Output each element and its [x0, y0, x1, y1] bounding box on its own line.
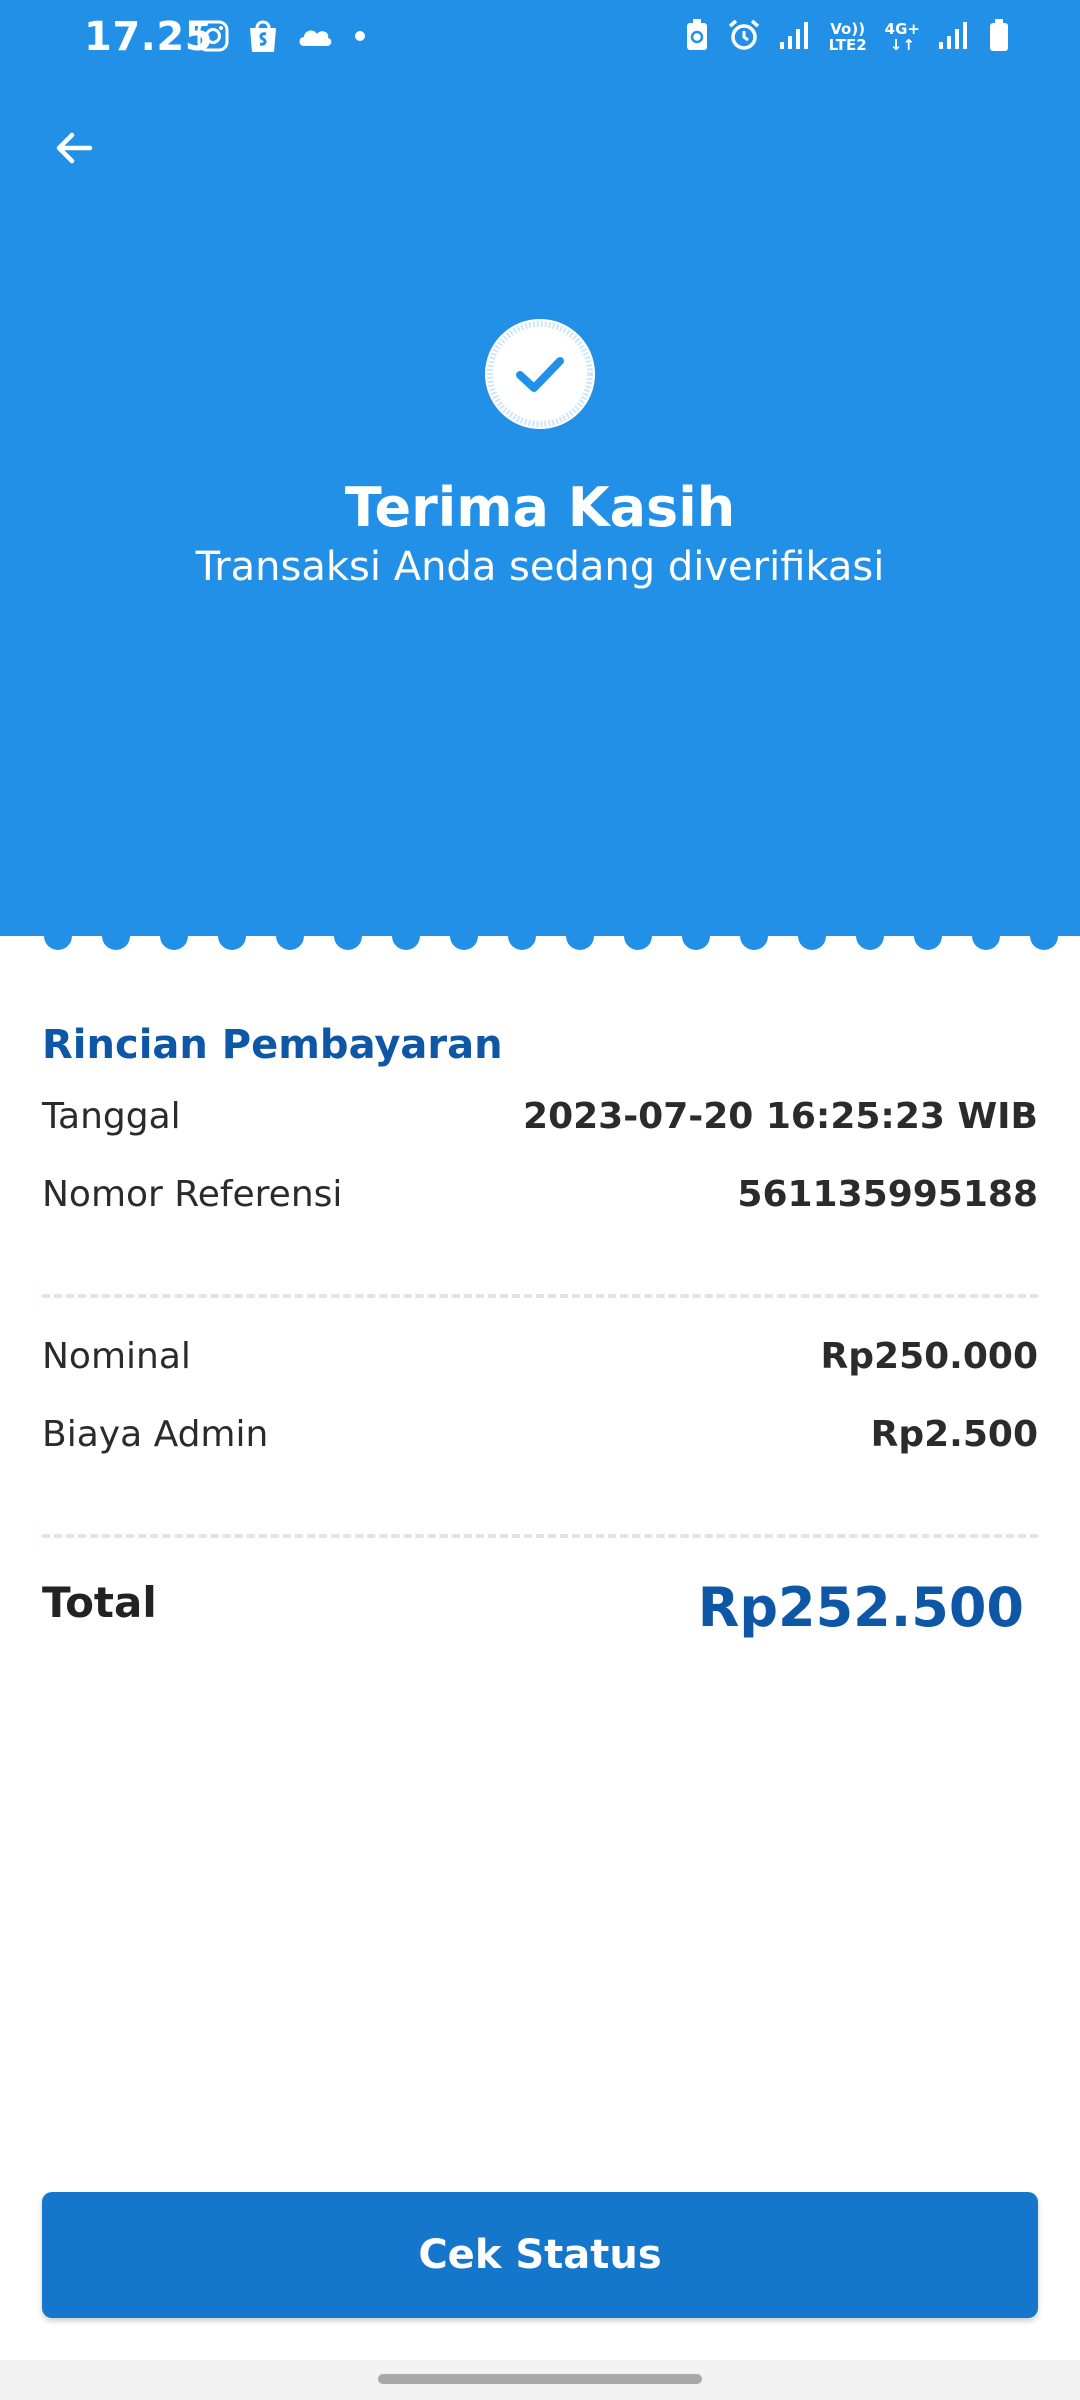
scallop-dot	[218, 922, 246, 950]
scallop-dot	[856, 922, 884, 950]
section-title-payment-details: Rincian Pembayaran	[42, 1022, 503, 1068]
cloud-icon	[296, 22, 334, 54]
dashed-divider	[42, 1534, 1038, 1538]
detail-row-amount: Nominal Rp250.000	[42, 1336, 1038, 1377]
detail-value: 2023-07-20 16:25:23 WIB	[523, 1096, 1038, 1137]
scallop-dot	[102, 922, 130, 950]
scallop-dot	[682, 922, 710, 950]
detail-label: Tanggal	[42, 1096, 181, 1137]
scallop-dot	[508, 922, 536, 950]
network-type-indicator: 4G+ ↓↑	[885, 21, 920, 53]
instagram-icon	[196, 19, 230, 57]
scallop-dot	[566, 922, 594, 950]
scallop-dot	[1030, 922, 1058, 950]
scallop-dot	[972, 922, 1000, 950]
status-bar: 17.25 Vo)) LTE2 4G+ ↓↑	[0, 0, 1080, 80]
detail-label: Nominal	[42, 1336, 191, 1377]
header-background	[0, 0, 1080, 936]
shopping-bag-icon	[246, 18, 280, 58]
checkmark-icon	[482, 316, 598, 432]
detail-value: Rp250.000	[820, 1336, 1038, 1377]
volte-indicator: Vo)) LTE2	[829, 21, 867, 53]
total-value: Rp252.500	[697, 1576, 1024, 1639]
detail-label: Biaya Admin	[42, 1414, 269, 1455]
scallop-dot	[798, 922, 826, 950]
scallop-dot	[160, 922, 188, 950]
scallop-dot	[624, 922, 652, 950]
signal-icon	[779, 20, 811, 54]
scallop-dot	[44, 922, 72, 950]
battery-saver-icon	[685, 18, 709, 56]
total-label: Total	[42, 1578, 157, 1627]
scallop-dot	[392, 922, 420, 950]
arrow-left-icon	[56, 132, 93, 164]
status-left-icons	[196, 18, 370, 58]
navigation-bar	[0, 2360, 1080, 2400]
detail-value: Rp2.500	[870, 1414, 1038, 1455]
dashed-divider	[42, 1294, 1038, 1298]
lte-label: LTE2	[828, 36, 867, 54]
check-status-button[interactable]: Cek Status	[42, 2192, 1038, 2318]
detail-row-admin-fee: Biaya Admin Rp2.500	[42, 1414, 1038, 1455]
scallop-dot	[450, 922, 478, 950]
receipt-scallop-edge	[0, 910, 1080, 954]
notification-dot-icon	[350, 26, 370, 50]
alarm-icon	[727, 18, 761, 56]
status-time: 17.25	[84, 14, 214, 60]
detail-label: Nomor Referensi	[42, 1174, 343, 1215]
page-title: Terima Kasih	[344, 476, 736, 539]
scallop-dot	[276, 922, 304, 950]
back-button[interactable]	[38, 112, 110, 184]
home-indicator[interactable]	[378, 2374, 702, 2384]
data-arrows-icon: ↓↑	[889, 36, 915, 54]
detail-row-date: Tanggal 2023-07-20 16:25:23 WIB	[42, 1096, 1038, 1137]
page-subtitle: Transaksi Anda sedang diverifikasi	[195, 544, 885, 590]
detail-row-reference: Nomor Referensi 561135995188	[42, 1174, 1038, 1215]
scallop-dot	[914, 922, 942, 950]
battery-icon	[988, 18, 1010, 56]
scallop-dot	[740, 922, 768, 950]
signal-icon-2	[938, 20, 970, 54]
status-right-icons: Vo)) LTE2 4G+ ↓↑	[685, 18, 1010, 56]
scallop-dot	[334, 922, 362, 950]
detail-value: 561135995188	[737, 1174, 1038, 1215]
